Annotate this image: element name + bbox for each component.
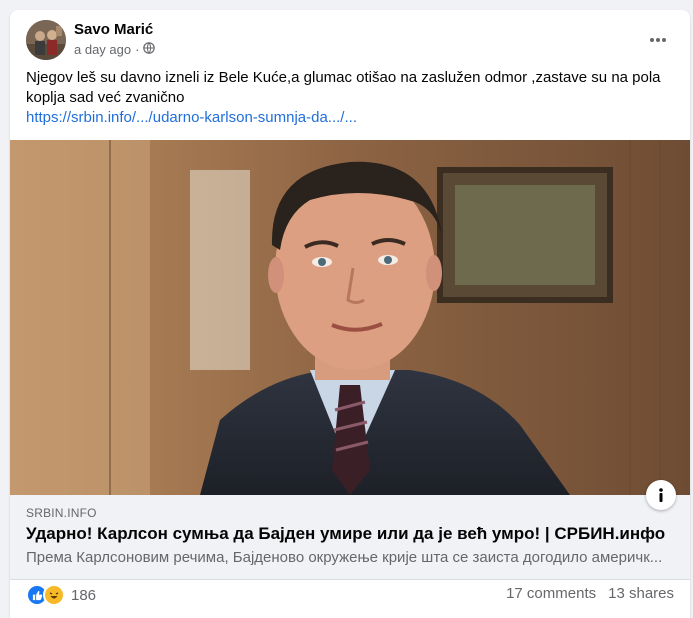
more-horizontal-icon[interactable] bbox=[646, 30, 670, 50]
dot-separator: · bbox=[135, 42, 140, 57]
post-link[interactable]: https://srbin.info/.../udarno-karlson-su… bbox=[26, 108, 666, 128]
link-domain: SRBIN.INFO bbox=[26, 506, 97, 520]
post-header: Savo Marić a day ago · bbox=[26, 20, 676, 70]
engagement-stats: 17 comments 13 shares bbox=[506, 585, 674, 602]
reaction-summary[interactable]: 186 bbox=[26, 584, 96, 606]
post-card: Savo Marić a day ago · Njegov leš su dav… bbox=[10, 10, 690, 618]
link-description: Према Карлсоновим речима, Бајденово окру… bbox=[26, 549, 663, 566]
author-name[interactable]: Savo Marić bbox=[74, 21, 153, 38]
post-text: Njegov leš su davno izneli iz Bele Kuće,… bbox=[26, 68, 666, 128]
shares-count[interactable]: 13 shares bbox=[608, 585, 674, 602]
haha-icon bbox=[43, 584, 65, 606]
post-body: Njegov leš su davno izneli iz Bele Kuće,… bbox=[26, 69, 661, 106]
link-preview[interactable]: SRBIN.INFO Ударно! Карлсон сумња да Бајд… bbox=[10, 495, 690, 580]
author-avatar[interactable] bbox=[26, 20, 66, 60]
post-footer: 186 17 comments 13 shares bbox=[26, 582, 674, 606]
post-timestamp[interactable]: a day ago bbox=[74, 42, 131, 57]
info-icon[interactable] bbox=[646, 480, 676, 510]
reaction-count: 186 bbox=[71, 586, 97, 604]
post-meta: a day ago · bbox=[74, 42, 156, 57]
link-title[interactable]: Ударно! Карлсон сумња да Бајден умире ил… bbox=[26, 524, 666, 544]
comments-count[interactable]: 17 comments bbox=[506, 585, 596, 602]
globe-icon[interactable] bbox=[143, 42, 156, 57]
post-image[interactable] bbox=[10, 140, 690, 495]
